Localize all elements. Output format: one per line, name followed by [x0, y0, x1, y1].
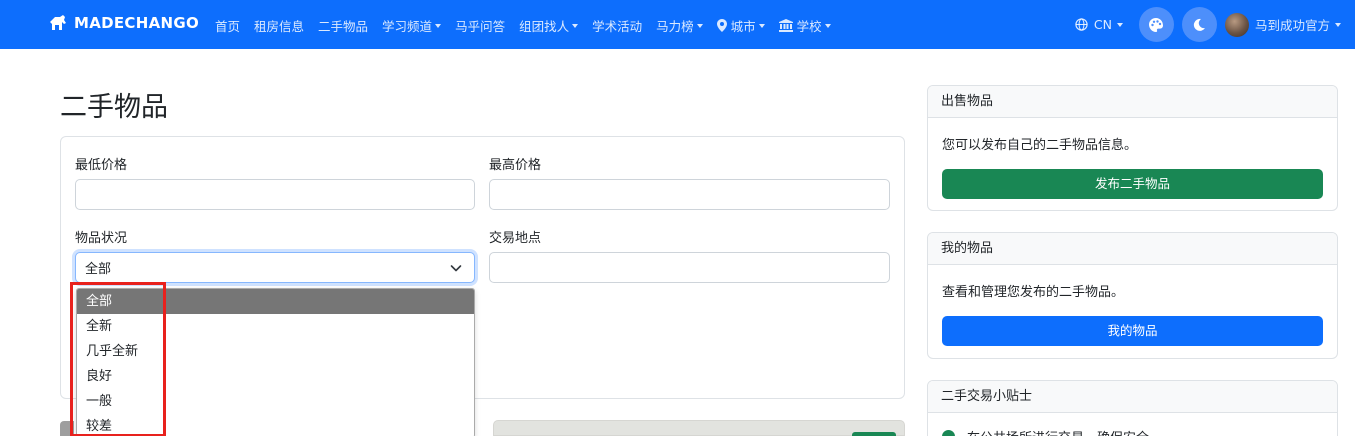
dark-mode-toggle[interactable]: [1181, 7, 1217, 42]
location-input[interactable]: [489, 252, 890, 283]
navbar-right: CN 马到成功官方: [1075, 7, 1341, 42]
caret-down-icon: [758, 24, 765, 28]
trade-tips-title: 二手交易小贴士: [928, 381, 1337, 413]
post-item-button[interactable]: 发布二手物品: [942, 169, 1323, 199]
nav-item-label: 首页: [215, 19, 241, 34]
my-items-card-text: 查看和管理您发布的二手物品。: [942, 285, 1125, 300]
nav-item-label: 租房信息: [254, 19, 305, 34]
horse-logo-icon: [50, 15, 66, 30]
page-title: 二手物品: [60, 92, 168, 123]
nav-item-study[interactable]: 学习频道: [382, 16, 442, 35]
trade-tips-card: 二手交易小贴士 在公共场所进行交易，确保安全: [927, 380, 1338, 436]
status-badge: [852, 432, 896, 436]
condition-select-value: 全部: [85, 262, 112, 277]
nav-item-secondhand[interactable]: 二手物品: [318, 16, 368, 35]
caret-down-icon: [1116, 22, 1123, 27]
nav-item-school[interactable]: 学校: [778, 16, 831, 35]
user-name: 马到成功官方: [1254, 18, 1330, 33]
theme-palette-button[interactable]: [1138, 7, 1174, 42]
nav-item-label: 马力榜: [656, 19, 694, 34]
listing-card-image[interactable]: [493, 420, 905, 436]
my-items-button[interactable]: 我的物品: [942, 316, 1323, 346]
annotation-highlight-box: [70, 282, 166, 436]
caret-down-icon: [435, 24, 442, 28]
nav-item-label: 马乎问答: [455, 19, 506, 34]
nav-item-label: 学校: [796, 19, 822, 34]
globe-icon: [1075, 18, 1088, 31]
user-menu[interactable]: 马到成功官方: [1224, 12, 1341, 37]
moon-icon: [1194, 18, 1206, 31]
condition-label: 物品状况: [75, 231, 128, 246]
nav-item-groups[interactable]: 组团找人: [519, 16, 579, 35]
my-items-card: 我的物品 查看和管理您发布的二手物品。 我的物品: [927, 232, 1338, 359]
nav-item-label: 学术活动: [592, 19, 643, 34]
nav-item-leaderboard[interactable]: 马力榜: [656, 16, 703, 35]
min-price-label: 最低价格: [75, 158, 128, 173]
sell-item-card: 出售物品 您可以发布自己的二手物品信息。 发布二手物品: [927, 85, 1338, 211]
check-circle-icon: [942, 430, 955, 436]
map-pin-icon: [716, 19, 727, 32]
brand-logo-link[interactable]: MADECHANGO: [48, 14, 199, 32]
nav-item-rentals[interactable]: 租房信息: [254, 16, 304, 35]
nav-item-city[interactable]: 城市: [716, 16, 765, 35]
sell-card-title: 出售物品: [928, 86, 1337, 118]
palette-icon: [1149, 17, 1164, 32]
chevron-down-icon: [450, 265, 462, 272]
min-price-input[interactable]: [75, 179, 475, 210]
sell-card-text: 您可以发布自己的二手物品信息。: [942, 138, 1138, 153]
top-navbar: MADECHANGO 首页 租房信息 二手物品 学习频道 马乎问答 组团找人 学…: [0, 0, 1355, 49]
brand-name: MADECHANGO: [74, 14, 200, 32]
caret-down-icon: [572, 24, 579, 28]
location-label: 交易地点: [489, 231, 542, 246]
tip-item: 在公共场所进行交易，确保安全: [942, 427, 1323, 436]
avatar: [1224, 12, 1249, 37]
nav-links: 首页 租房信息 二手物品 学习频道 马乎问答 组团找人 学术活动 马力榜 城市 …: [215, 16, 845, 35]
condition-select[interactable]: 全部: [75, 252, 475, 283]
language-switcher[interactable]: CN: [1075, 17, 1123, 32]
nav-item-label: 学习频道: [382, 19, 433, 34]
nav-item-home[interactable]: 首页: [215, 16, 240, 35]
tip-text: 在公共场所进行交易，确保安全: [967, 427, 1149, 436]
nav-item-label: 城市: [730, 19, 756, 34]
nav-item-academic[interactable]: 学术活动: [592, 16, 642, 35]
nav-item-label: 二手物品: [318, 19, 369, 34]
max-price-input[interactable]: [489, 179, 890, 210]
nav-item-qa[interactable]: 马乎问答: [455, 16, 505, 35]
max-price-label: 最高价格: [489, 158, 542, 173]
caret-down-icon: [824, 24, 831, 28]
caret-down-icon: [1335, 22, 1341, 27]
nav-item-label: 组团找人: [519, 19, 570, 34]
language-label: CN: [1093, 17, 1112, 32]
university-icon: [778, 19, 793, 32]
my-items-card-title: 我的物品: [928, 233, 1337, 265]
caret-down-icon: [696, 24, 703, 28]
